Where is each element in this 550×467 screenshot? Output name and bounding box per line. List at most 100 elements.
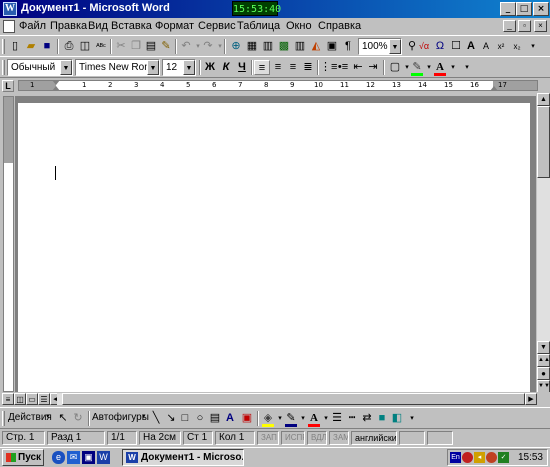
italic-button[interactable]: К xyxy=(218,60,234,75)
decrease-indent-icon[interactable]: ⇤ xyxy=(350,60,366,75)
outline-view-icon[interactable]: ☰ xyxy=(38,393,50,405)
taskbar-word-item[interactable]: W Документ1 - Microso... xyxy=(122,449,244,466)
status-ovr[interactable]: ЗАМ xyxy=(329,431,349,445)
zoom-select[interactable]: 100% ▼ xyxy=(358,38,402,55)
document-map-icon[interactable]: ▣ xyxy=(324,39,340,54)
minimize-button[interactable]: _ xyxy=(500,2,516,16)
font-size-dropdown-icon[interactable]: ▼ xyxy=(183,60,195,75)
line-style-icon[interactable]: ☰ xyxy=(329,411,345,426)
vertical-scrollbar[interactable]: ▲ ▼ ▲▲ ● ▼▼ xyxy=(537,93,550,393)
status-line[interactable]: Ст 1 xyxy=(183,431,213,445)
cut-icon[interactable]: ✂ xyxy=(113,39,129,54)
style-dropdown-icon[interactable]: ▼ xyxy=(60,60,72,75)
doc-restore-button[interactable]: ▫ xyxy=(518,20,531,32)
print-icon[interactable]: ⎙ xyxy=(61,39,77,54)
status-at[interactable]: На 2см xyxy=(139,431,181,445)
tray-app-icon[interactable] xyxy=(486,452,497,463)
tab-selector[interactable]: L xyxy=(2,80,14,92)
show-hide-icon[interactable]: ¶ xyxy=(340,39,356,54)
toolbar-grip[interactable] xyxy=(2,39,5,54)
outlook-express-icon[interactable]: ✉ xyxy=(67,451,80,464)
document-icon[interactable] xyxy=(3,20,15,33)
style-select[interactable]: Обычный ▼ xyxy=(7,59,73,76)
antivirus-icon[interactable] xyxy=(462,452,473,463)
bold-button[interactable]: Ж xyxy=(202,60,218,75)
align-right-icon[interactable]: ≡ xyxy=(285,60,301,75)
horizontal-scrollbar[interactable]: ≡ ◫ ▭ ☰ ◀ ▶ xyxy=(0,392,550,406)
menu-file[interactable]: Файл xyxy=(19,20,46,32)
scroll-right-button[interactable]: ▶ xyxy=(525,393,537,405)
print-layout-icon[interactable]: ▭ xyxy=(26,393,38,405)
normal-view-icon[interactable]: ≡ xyxy=(2,393,14,405)
status-rec[interactable]: ЗАП xyxy=(257,431,279,445)
dash-style-icon[interactable]: ┅ xyxy=(344,411,360,426)
columns-icon[interactable]: ▥ xyxy=(292,39,308,54)
select-browse-object-button[interactable]: ● xyxy=(537,367,550,380)
status-language[interactable]: английский xyxy=(351,431,397,445)
shrink-font-icon[interactable]: A xyxy=(478,39,494,54)
word-quicklaunch-icon[interactable]: W xyxy=(97,451,110,464)
status-column[interactable]: Кол 1 xyxy=(215,431,255,445)
menu-help[interactable]: Справка xyxy=(318,20,361,32)
toolbar-options-icon[interactable]: ▾ xyxy=(459,60,475,75)
menu-window[interactable]: Окно xyxy=(286,20,312,32)
insert-table-icon[interactable]: ▥ xyxy=(260,39,276,54)
zoom-dropdown-icon[interactable]: ▼ xyxy=(389,39,401,54)
status-trk[interactable]: ИСПР xyxy=(281,431,305,445)
horizontal-scroll-thumb[interactable] xyxy=(62,393,525,405)
language-indicator[interactable]: En xyxy=(450,452,461,463)
scroll-down-button[interactable]: ▼ xyxy=(537,341,550,354)
autoshapes-menu[interactable]: Автофигуры xyxy=(92,412,149,423)
web-view-icon[interactable]: ◫ xyxy=(14,393,26,405)
menu-edit[interactable]: Правка xyxy=(50,20,87,32)
select-objects-icon[interactable]: ↖ xyxy=(55,411,71,426)
document-page[interactable] xyxy=(18,103,530,392)
clipart-icon[interactable]: ▣ xyxy=(239,411,255,426)
new-document-icon[interactable]: ▯ xyxy=(7,39,23,54)
font-size-select[interactable]: 12 ▼ xyxy=(162,59,196,76)
checkmark-icon[interactable]: ✓ xyxy=(498,452,509,463)
start-button[interactable]: Пуск xyxy=(2,449,44,466)
justify-icon[interactable]: ≣ xyxy=(300,60,316,75)
scroll-thumb[interactable] xyxy=(537,106,550,178)
3d-icon[interactable]: ◧ xyxy=(389,411,405,426)
insert-excel-icon[interactable]: ▩ xyxy=(276,39,292,54)
menu-tools[interactable]: Сервис xyxy=(198,20,236,32)
status-section[interactable]: Разд 1 xyxy=(47,431,105,445)
superscript-icon[interactable]: x² xyxy=(493,39,509,54)
hyperlink-icon[interactable]: ⊕ xyxy=(228,39,244,54)
ruler-bar[interactable]: 1 1 2 3 4 5 6 7 8 9 10 11 12 13 14 15 16… xyxy=(18,80,538,91)
paste-icon[interactable]: ▤ xyxy=(143,39,159,54)
equation-icon[interactable]: √α xyxy=(416,39,432,54)
word-app-icon[interactable]: W xyxy=(3,2,17,16)
horizontal-ruler[interactable]: L 1 1 2 3 4 5 6 7 8 9 10 11 12 13 14 15 … xyxy=(0,79,550,93)
actions-dropdown-icon[interactable]: ▾ xyxy=(46,412,50,420)
scroll-up-button[interactable]: ▲ xyxy=(537,93,550,106)
grow-font-icon[interactable]: A xyxy=(463,39,479,54)
doc-minimize-button[interactable]: _ xyxy=(503,20,516,32)
menu-format[interactable]: Формат xyxy=(155,20,194,32)
subscript-icon[interactable]: x₂ xyxy=(509,39,525,54)
desktop-icon[interactable]: ▣ xyxy=(82,451,95,464)
save-icon[interactable]: ■ xyxy=(39,39,55,54)
symbol-icon[interactable]: Ω xyxy=(432,39,448,54)
previous-page-button[interactable]: ▲▲ xyxy=(537,354,550,367)
autoshapes-dropdown-icon[interactable]: ▾ xyxy=(142,412,146,420)
font-dropdown-icon[interactable]: ▼ xyxy=(147,60,159,75)
menu-insert[interactable]: Вставка xyxy=(111,20,152,32)
open-folder-icon[interactable]: ▰ xyxy=(23,39,39,54)
inline-icon[interactable]: ☐ xyxy=(448,39,464,54)
shadow-icon[interactable]: ■ xyxy=(374,411,390,426)
font-select[interactable]: Times New Roman ▼ xyxy=(75,59,160,76)
right-indent-marker[interactable] xyxy=(490,86,498,91)
underline-button[interactable]: Ч xyxy=(234,60,250,75)
left-indent-marker[interactable] xyxy=(52,86,60,91)
print-preview-icon[interactable]: ◫ xyxy=(77,39,93,54)
status-spelling[interactable] xyxy=(399,431,425,445)
status-page[interactable]: Стр. 1 xyxy=(2,431,45,445)
bullets-icon[interactable]: •≡ xyxy=(335,60,351,75)
tables-borders-icon[interactable]: ▦ xyxy=(244,39,260,54)
maximize-button[interactable]: □ xyxy=(516,2,532,16)
toolbar-grip[interactable] xyxy=(2,411,5,426)
spelling-icon[interactable]: ᴬᴮᶜ xyxy=(93,39,109,54)
